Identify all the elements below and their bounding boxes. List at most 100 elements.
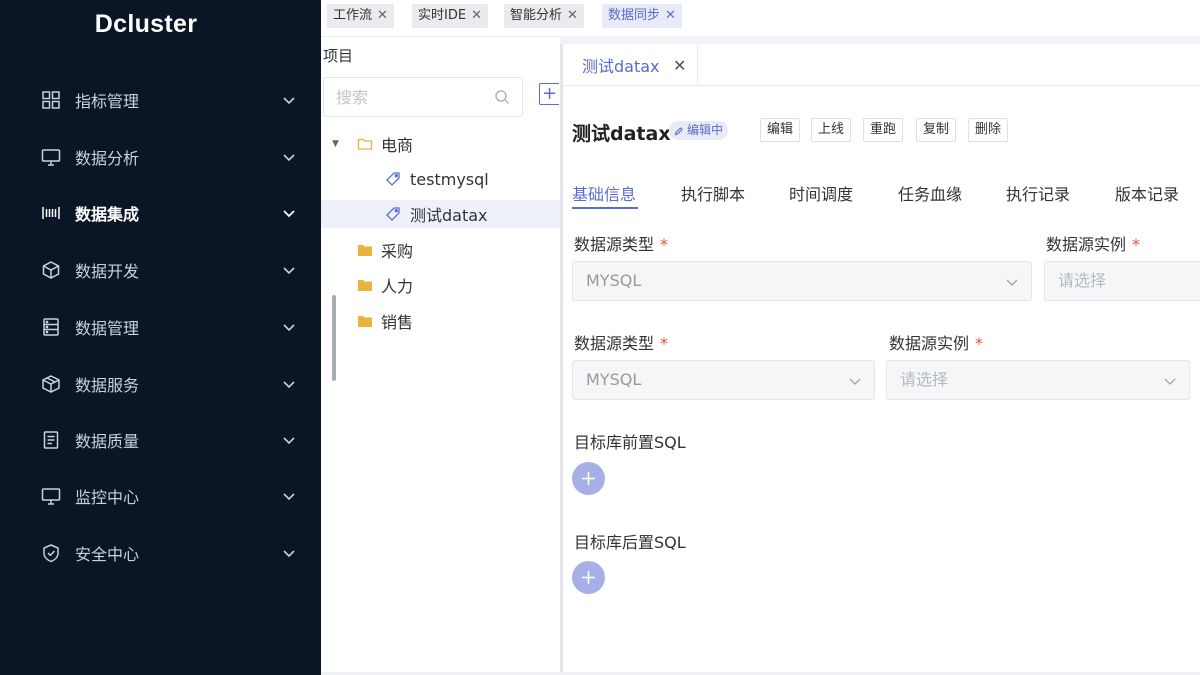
folder-icon [358,280,372,291]
sidebar-item-label: 监控中心 [75,488,140,507]
close-icon[interactable]: ✕ [377,4,388,28]
search-input[interactable] [324,78,474,116]
chevron-down-icon [283,267,295,275]
source-type-label: 数据源类型 * [574,235,669,254]
search-icon[interactable] [494,89,510,105]
top-tab-label: 智能分析 [510,8,563,23]
document-tab[interactable]: 测试datax ✕ [568,44,698,86]
top-tab-realtime-ide[interactable]: 实时IDE ✕ [412,4,488,28]
tab-version-history[interactable]: 版本记录 [1115,181,1179,205]
top-tab-smart-analysis[interactable]: 智能分析 ✕ [504,4,584,28]
tree-node-label: 采购 [381,242,414,261]
tree-node-task[interactable]: testmysql [321,165,560,193]
chevron-down-icon [283,97,295,105]
top-tab-workflow[interactable]: 工作流 ✕ [327,4,394,28]
required-mark: * [1132,235,1141,254]
required-mark: * [660,334,669,353]
tree-node-folder[interactable]: 采购 [321,236,560,264]
tree-node-folder[interactable]: 销售 [321,307,560,335]
sidebar-item-label: 数据开发 [75,262,140,281]
app-logo: Dcluster [94,10,198,38]
source-instance-label: 数据源实例 * [889,334,984,353]
active-tab-indicator [572,207,638,209]
required-mark: * [660,235,669,254]
tree-node-folder[interactable]: 人力 [321,271,560,299]
folder-icon [358,316,372,327]
chevron-down-icon [283,210,295,218]
chevron-down-icon [1164,378,1176,385]
close-icon[interactable]: ✕ [471,4,482,28]
top-tab-data-sync[interactable]: 数据同步 ✕ [602,4,682,28]
tab-script[interactable]: 执行脚本 [681,181,745,205]
plus-icon [582,472,595,485]
barcode-icon [40,202,62,224]
close-icon[interactable]: ✕ [567,4,578,28]
sidebar-item-label: 数据管理 [75,319,140,338]
post-sql-label: 目标库后置SQL [574,533,686,552]
folder-icon [358,245,372,256]
caret-down-icon[interactable]: ▼ [332,139,339,149]
source-type-select[interactable]: MYSQL [572,360,875,400]
close-icon[interactable]: ✕ [673,56,686,75]
tree-title: 项目 [323,47,354,65]
chevron-down-icon [849,378,861,385]
tree-node-label: testmysql [410,169,489,189]
cube-icon [40,259,62,281]
sidebar-item-data-analysis[interactable]: 数据分析 [0,135,321,179]
grid-icon [40,89,62,111]
chevron-down-icon [283,381,295,389]
tree-node-folder[interactable]: ▼ 电商 [321,130,560,158]
status-text: 编辑中 [687,123,724,137]
source-instance-select[interactable]: 请选择 [886,360,1190,400]
sidebar-item-label: 数据服务 [75,376,140,395]
tree-scrollbar[interactable] [332,295,336,381]
tree-node-label: 销售 [381,313,414,332]
tab-basic-info[interactable]: 基础信息 [572,181,636,205]
add-post-sql-button[interactable] [572,561,605,594]
source-type-select[interactable]: MYSQL [572,261,1032,301]
source-instance-select[interactable]: 请选择 [1044,261,1200,301]
tree-search [323,77,523,117]
sidebar-item-label: 数据质量 [75,432,140,451]
sidebar-item-label: 数据分析 [75,149,140,168]
tab-schedule[interactable]: 时间调度 [789,181,853,205]
chevron-down-icon [1006,279,1018,286]
sidebar-item-data-service[interactable]: 数据服务 [0,362,321,406]
tab-run-history[interactable]: 执行记录 [1006,181,1070,205]
add-pre-sql-button[interactable] [572,462,605,495]
server-icon [40,316,62,338]
top-tab-label: 工作流 [333,8,373,23]
top-tab-bar: 工作流 ✕ 实时IDE ✕ 智能分析 ✕ 数据同步 ✕ [321,0,1200,36]
sidebar-item-data-integration[interactable]: 数据集成 [0,191,321,235]
sidebar-item-metrics[interactable]: 指标管理 [0,78,321,122]
tag-icon [386,172,400,186]
source-type-label: 数据源类型 * [574,334,669,353]
folder-open-icon [357,138,373,150]
delete-button[interactable]: 删除 [968,118,1009,142]
top-tab-label: 数据同步 [608,8,661,23]
sidebar-item-label: 指标管理 [75,92,140,111]
sidebar-item-security[interactable]: 安全中心 [0,531,321,575]
add-project-button[interactable]: + [539,83,559,105]
chevron-down-icon [283,493,295,501]
tree-node-task-selected[interactable]: 测试datax [321,200,560,228]
sidebar-item-label: 数据集成 [75,205,140,224]
plus-icon [582,571,595,584]
top-tab-label: 实时IDE [418,8,467,23]
chevron-down-icon [283,550,295,558]
rerun-button[interactable]: 重跑 [863,118,904,142]
close-icon[interactable]: ✕ [665,4,676,28]
sidebar-item-data-quality[interactable]: 数据质量 [0,418,321,462]
status-badge: 编辑中 [669,121,729,140]
copy-button[interactable]: 复制 [916,118,957,142]
edit-button[interactable]: 编辑 [760,118,801,142]
sidebar-item-data-development[interactable]: 数据开发 [0,248,321,292]
sidebar-item-monitoring[interactable]: 监控中心 [0,474,321,518]
tab-lineage[interactable]: 任务血缘 [898,181,962,205]
monitor-icon [40,485,62,507]
required-mark: * [975,334,984,353]
sidebar: Dcluster 指标管理 数据分析 数据集成 数据开发 数据管理 数据服务 数… [0,0,321,675]
sidebar-item-data-management[interactable]: 数据管理 [0,305,321,349]
publish-button[interactable]: 上线 [811,118,852,142]
shield-icon [40,542,62,564]
